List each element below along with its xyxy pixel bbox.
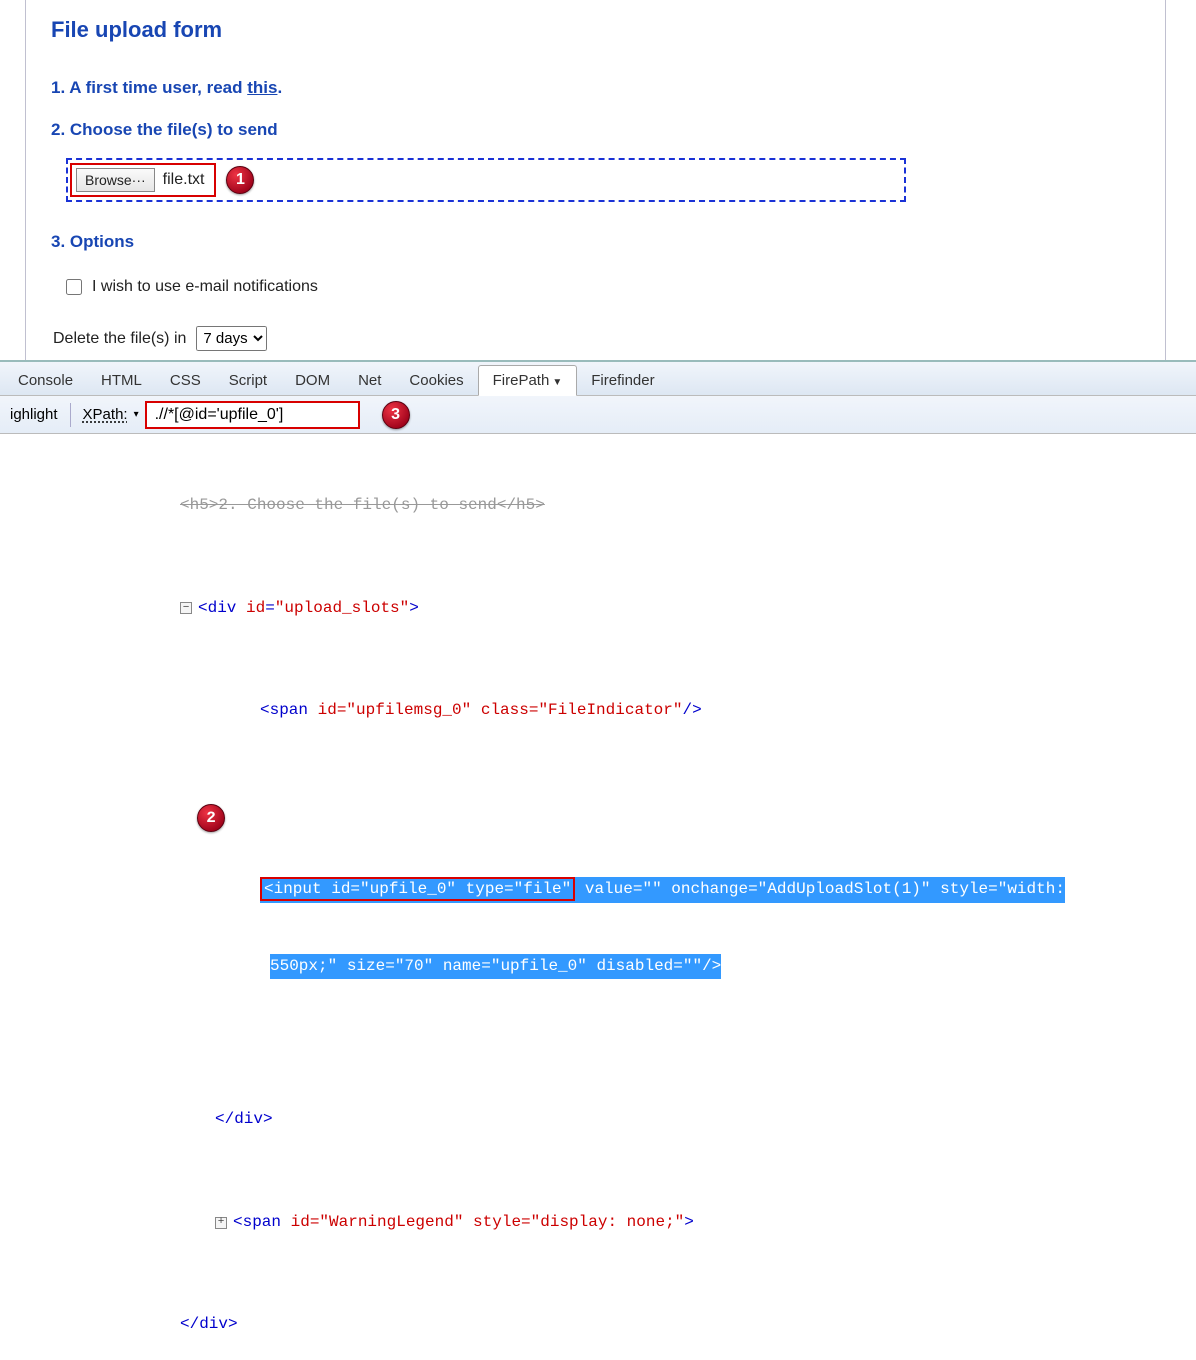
step1-text: 1. A first time user, read (51, 78, 247, 97)
tab-firepath[interactable]: FirePath▼ (478, 365, 578, 396)
email-notify-checkbox[interactable] (66, 279, 82, 295)
delete-period-select[interactable]: 7 days (196, 326, 267, 351)
xpath-mode-label[interactable]: XPath: (73, 406, 134, 423)
dom-tree: <h5>2. Choose the file(s) to send</h5> −… (0, 434, 1196, 1360)
dom-line-struck: <h5>2. Choose the file(s) to send</h5> (0, 493, 1196, 519)
tab-script[interactable]: Script (215, 366, 281, 395)
step1-link[interactable]: this (247, 78, 277, 97)
step3-heading: 3. Options (51, 232, 1165, 252)
annotation-1-badge: 1 (226, 166, 254, 194)
dom-div-open[interactable]: −<div id="upload_slots"> (0, 596, 1196, 622)
devtools-tabbar: Console HTML CSS Script DOM Net Cookies … (0, 362, 1196, 396)
tab-net[interactable]: Net (344, 366, 395, 395)
step2-heading: 2. Choose the file(s) to send (51, 120, 1165, 140)
collapse-icon[interactable]: − (180, 602, 192, 614)
tab-firefinder[interactable]: Firefinder (577, 366, 668, 395)
file-input-highlight-area: Browse··· file.txt 1 (66, 158, 906, 202)
tab-cookies[interactable]: Cookies (395, 366, 477, 395)
page-title: File upload form (51, 17, 1165, 43)
highlight-button[interactable]: ighlight (0, 402, 68, 427)
dom-warninglegend[interactable]: +<span id="WarningLegend" style="display… (0, 1210, 1196, 1236)
step1-suffix: . (277, 78, 282, 97)
tab-html[interactable]: HTML (87, 366, 156, 395)
browse-button[interactable]: Browse··· (76, 168, 155, 192)
devtools-panel: Console HTML CSS Script DOM Net Cookies … (0, 360, 1196, 680)
step1-heading: 1. A first time user, read this. (51, 78, 1165, 98)
delete-label: Delete the file(s) in (53, 330, 186, 348)
tab-css[interactable]: CSS (156, 366, 215, 395)
email-notify-label: I wish to use e-mail notifications (92, 278, 318, 296)
annotation-3-badge: 3 (382, 401, 410, 429)
tab-console[interactable]: Console (4, 366, 87, 395)
file-input-wrapper: Browse··· file.txt (70, 163, 216, 197)
chevron-down-icon[interactable]: ▾ (134, 409, 145, 420)
chevron-down-icon: ▼ (552, 377, 562, 388)
annotation-2-badge: 2 (197, 804, 225, 832)
dom-close-div-2: </div> (0, 1312, 1196, 1338)
dom-input-highlighted[interactable]: <input id="upfile_0" type="file" value="… (0, 877, 1196, 903)
xpath-input[interactable] (145, 401, 360, 429)
dom-span-fileindicator[interactable]: <span id="upfilemsg_0" class="FileIndica… (0, 698, 1196, 724)
firepath-toolbar: ighlight XPath: ▾ 3 (0, 396, 1196, 434)
dom-input-highlighted-2[interactable]: 550px;" size="70" name="upfile_0" disabl… (0, 954, 1196, 980)
expand-icon[interactable]: + (215, 1217, 227, 1229)
tab-dom[interactable]: DOM (281, 366, 344, 395)
chosen-filename: file.txt (159, 171, 215, 189)
dom-close-div: </div> (0, 1107, 1196, 1133)
divider (70, 403, 71, 427)
